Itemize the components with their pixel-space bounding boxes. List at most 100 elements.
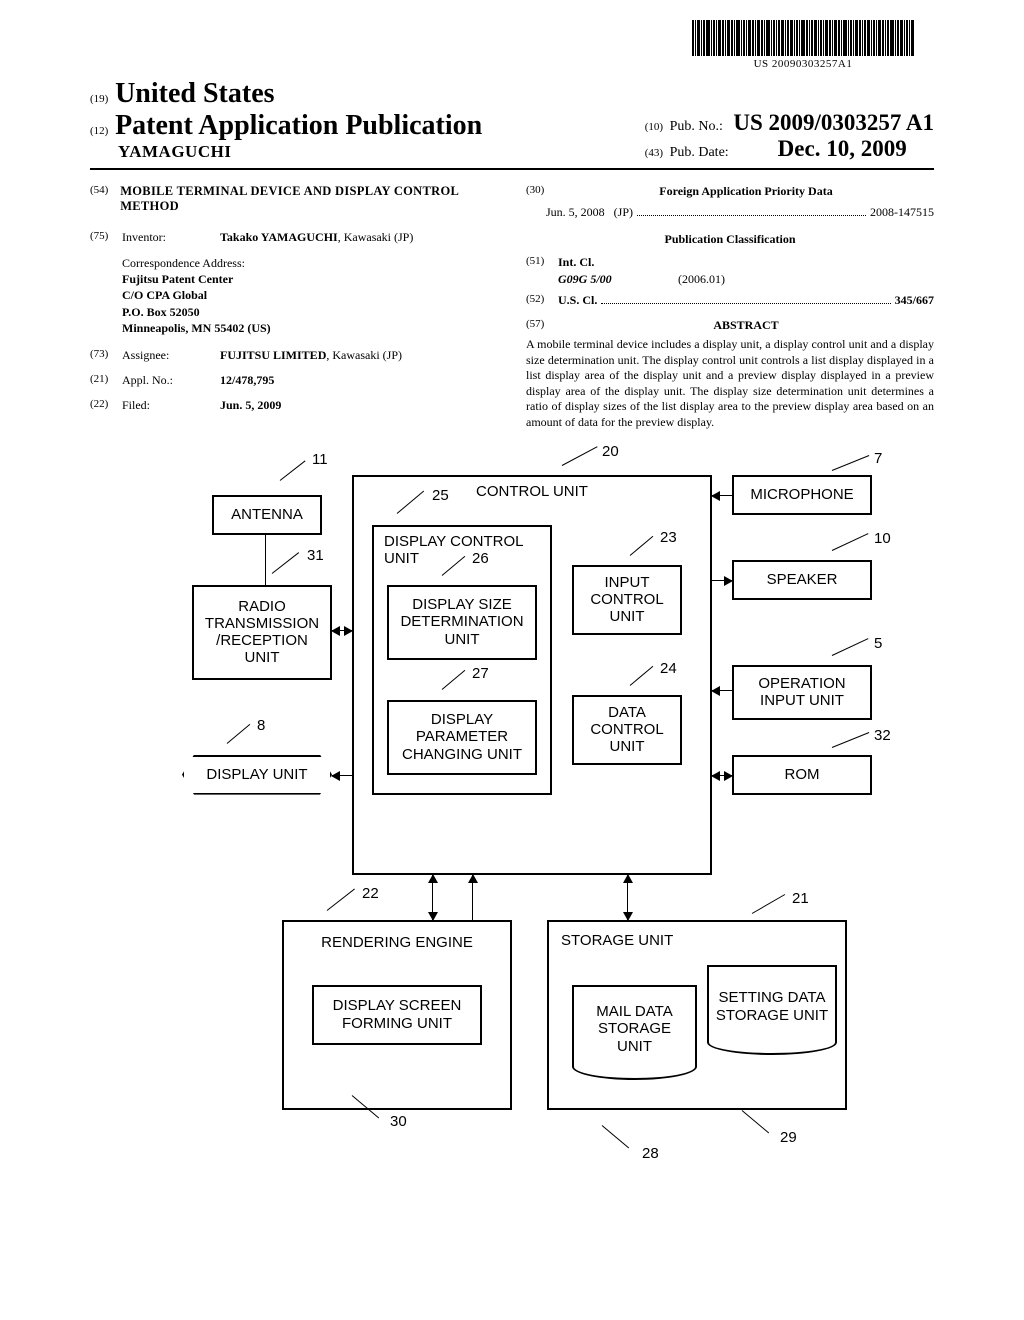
foreign-country: (JP) <box>614 205 633 220</box>
arrow-line <box>472 875 473 920</box>
lead-line <box>742 1110 769 1133</box>
barcode-icon <box>692 20 914 56</box>
pubclass-heading: Publication Classification <box>526 232 934 247</box>
assignee-name: FUJITSU LIMITED <box>220 348 326 362</box>
barcode-block: US 20090303257A1 <box>90 20 914 72</box>
arrow-line <box>712 775 732 776</box>
ref-10: 10 <box>874 530 891 547</box>
author-name: YAMAGUCHI <box>90 142 482 162</box>
pubdate-code: (43) <box>645 147 663 159</box>
country-code: (19) <box>90 93 108 105</box>
data-control-box: DATA CONTROL UNIT <box>572 695 682 765</box>
lead-line <box>832 732 869 748</box>
ref-32: 32 <box>874 727 891 744</box>
ref-11: 11 <box>312 451 328 468</box>
bibliographic-data: (54) MOBILE TERMINAL DEVICE AND DISPLAY … <box>90 184 934 431</box>
microphone-box: MICROPHONE <box>732 475 872 515</box>
dotted-leader-icon <box>637 205 866 216</box>
ref-28: 28 <box>642 1145 659 1162</box>
ref-31: 31 <box>307 547 324 564</box>
operation-input-box: OPERATION INPUT UNIT <box>732 665 872 720</box>
abstract-heading: ABSTRACT <box>713 318 778 332</box>
lead-line <box>832 533 869 551</box>
correspondence-line2: C/O CPA Global <box>122 288 207 302</box>
lead-line <box>280 460 306 480</box>
foreign-date: Jun. 5, 2008 <box>546 205 605 220</box>
inventor-label: Inventor: <box>122 230 220 245</box>
ref-24: 24 <box>660 660 677 677</box>
applno-label: Appl. No.: <box>122 373 220 388</box>
ref-26: 26 <box>472 550 489 567</box>
antenna-box: ANTENNA <box>212 495 322 535</box>
ref-5: 5 <box>874 635 882 652</box>
setting-data-storage: SETTING DATA STORAGE UNIT <box>707 965 837 1055</box>
intcl-value: G09G 5/00 <box>558 272 678 287</box>
arrow-line <box>627 875 628 920</box>
applno-value: 12/478,795 <box>220 373 274 387</box>
filed-label: Filed: <box>122 398 220 413</box>
ref-8: 8 <box>257 717 265 734</box>
ref-30: 30 <box>390 1113 407 1130</box>
ref-25: 25 <box>432 487 449 504</box>
invention-title: MOBILE TERMINAL DEVICE AND DISPLAY CONTR… <box>120 184 498 214</box>
filed-value: Jun. 5, 2009 <box>220 398 281 412</box>
dotted-leader-icon <box>601 293 890 304</box>
ref-27: 27 <box>472 665 489 682</box>
arrow-line <box>332 775 352 776</box>
assignee-code: (73) <box>90 348 122 363</box>
rendering-engine-label: RENDERING ENGINE <box>290 934 504 951</box>
input-control-box: INPUT CONTROL UNIT <box>572 565 682 635</box>
intcl-label: Int. Cl. <box>558 255 594 269</box>
mail-data-storage: MAIL DATA STORAGE UNIT <box>572 985 697 1080</box>
arrow-line <box>712 690 732 691</box>
ref-21: 21 <box>792 890 809 907</box>
correspondence-line1: Fujitsu Patent Center <box>122 272 233 286</box>
foreign-heading: Foreign Application Priority Data <box>659 184 832 198</box>
display-size-box: DISPLAY SIZE DETERMINATION UNIT <box>387 585 537 660</box>
lead-line <box>832 455 869 471</box>
pubno-label: Pub. No.: <box>670 119 723 134</box>
intcl-code: (51) <box>526 255 558 270</box>
ref-22: 22 <box>362 885 379 902</box>
display-unit-hex: DISPLAY UNIT <box>182 755 332 795</box>
pubno-value: US 2009/0303257 A1 <box>733 110 934 135</box>
country-name: United States <box>115 78 274 109</box>
ref-7: 7 <box>874 450 882 467</box>
title-code: (54) <box>90 184 120 214</box>
lead-line <box>227 723 251 743</box>
barcode-text: US 20090303257A1 <box>692 58 914 70</box>
uscl-label: U.S. Cl. <box>558 293 597 308</box>
pubno-code: (10) <box>645 121 663 133</box>
ref-29: 29 <box>780 1129 797 1146</box>
arrow-line <box>712 495 732 496</box>
page-header: (19) United States (12) Patent Applicati… <box>90 78 934 170</box>
block-diagram: CONTROL UNIT DISPLAY CONTROL UNIT DISPLA… <box>152 455 872 1175</box>
assignee-location: , Kawasaki (JP) <box>326 348 402 362</box>
lead-line <box>602 1125 629 1148</box>
display-screen-forming-box: DISPLAY SCREEN FORMING UNIT <box>312 985 482 1045</box>
lead-line <box>272 552 299 574</box>
lead-line <box>752 894 785 914</box>
foreign-code: (30) <box>526 184 558 199</box>
arrow-line <box>332 630 352 631</box>
assignee-label: Assignee: <box>122 348 220 363</box>
ref-23: 23 <box>660 529 677 546</box>
display-param-box: DISPLAY PARAMETER CHANGING UNIT <box>387 700 537 775</box>
filed-code: (22) <box>90 398 122 413</box>
control-unit-label: CONTROL UNIT <box>360 483 704 500</box>
storage-unit-label: STORAGE UNIT <box>561 932 673 949</box>
inventor-code: (75) <box>90 230 122 245</box>
display-control-unit-label: DISPLAY CONTROL UNIT <box>380 533 544 568</box>
lead-line <box>562 446 598 466</box>
arrow-line <box>712 580 732 581</box>
inventor-name: Takako YAMAGUCHI <box>220 230 338 244</box>
arrow-line <box>432 875 433 920</box>
abstract-text: A mobile terminal device includes a disp… <box>526 337 934 431</box>
correspondence-heading: Correspondence Address: <box>122 255 498 271</box>
correspondence-line3: P.O. Box 52050 <box>122 305 200 319</box>
speaker-box: SPEAKER <box>732 560 872 600</box>
applno-code: (21) <box>90 373 122 388</box>
pubdate-label: Pub. Date: <box>670 145 729 160</box>
radio-box: RADIO TRANSMISSION /RECEPTION UNIT <box>192 585 332 680</box>
abstract-code: (57) <box>526 318 558 333</box>
